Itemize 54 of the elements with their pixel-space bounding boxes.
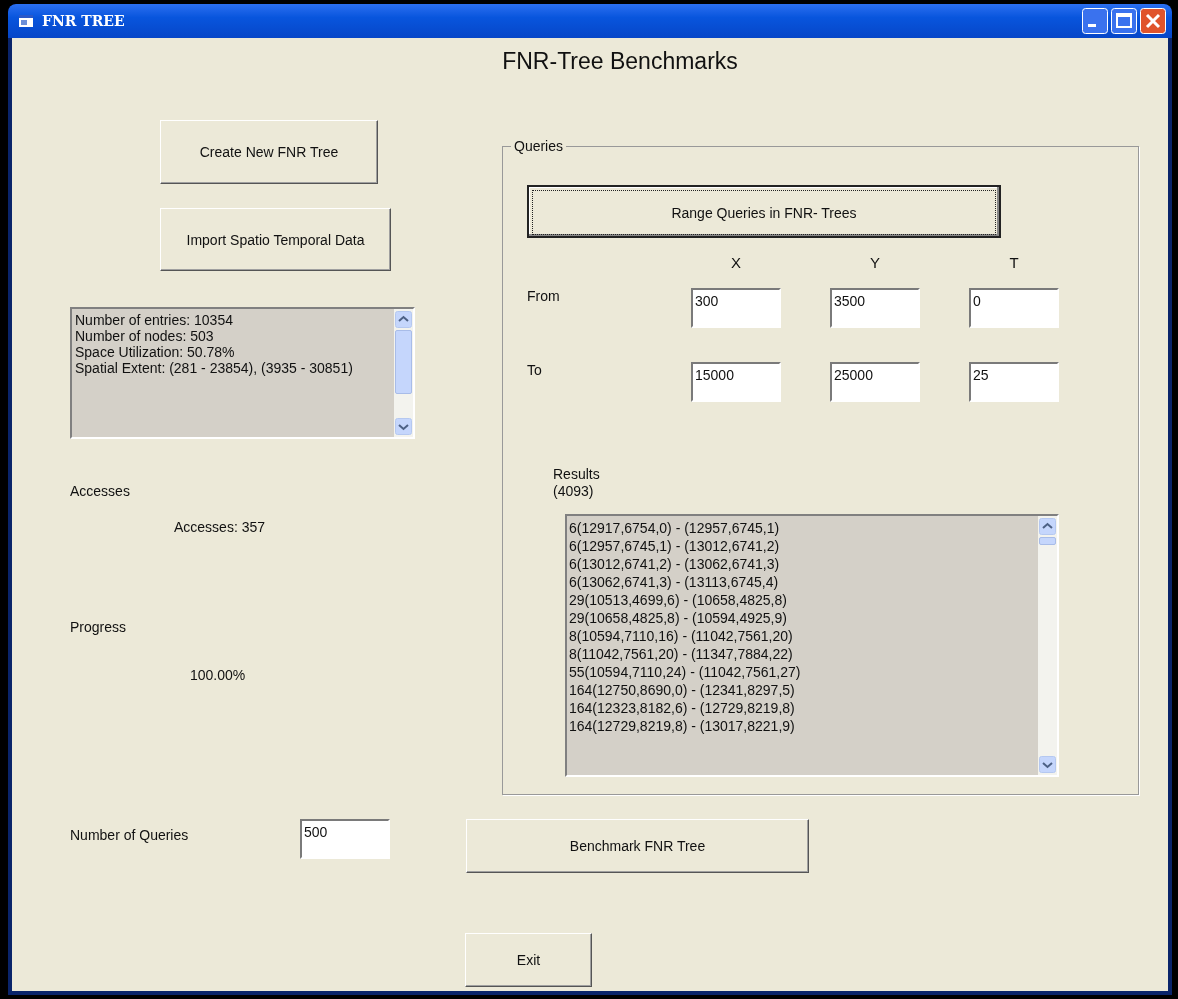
window-title: FNR TREE (42, 13, 125, 29)
result-item[interactable]: 6(12917,6754,0) - (12957,6745,1) (569, 519, 1036, 537)
accesses-value: Accesses: 357 (174, 519, 266, 535)
scroll-thumb[interactable] (1039, 537, 1056, 545)
results-count: (4093) (553, 483, 595, 500)
exit-button[interactable]: Exit (465, 933, 592, 987)
result-item[interactable]: 29(10513,4699,6) - (10658,4825,8) (569, 591, 1036, 609)
maximize-icon[interactable] (1111, 8, 1137, 34)
column-header: X (730, 254, 742, 271)
progress-label: Progress (70, 619, 127, 635)
input-field[interactable]: 25000 (830, 362, 920, 402)
accesses-label: Accesses (70, 483, 130, 499)
info-text-box[interactable]: Number of entries: 10354 Number of nodes: 503 Space Utilization: 50.78% Spatial Extent: (281 - 23854), (3935 - 30851) (70, 307, 415, 439)
scroll-down-icon[interactable] (395, 418, 412, 435)
result-item[interactable]: 6(12957,6745,1) - (13012,6741,2) (569, 537, 1036, 555)
result-item[interactable]: 55(10594,7110,24) - (11042,7561,27) (569, 663, 1036, 681)
scroll-up-icon[interactable] (395, 311, 412, 328)
info-text: Number of entries: 10354 Number of nodes: 503 Space Utilization: 50.78% Spatial Extent: (281 - 23854), (3935 - 30851) (74, 311, 354, 378)
scrollbar[interactable] (394, 309, 413, 437)
action-button[interactable]: Import Spatio Temporal Data (160, 208, 391, 271)
result-item[interactable]: 8(10594,7110,16) - (11042,7561,20) (569, 627, 1036, 645)
result-item[interactable]: 164(12729,8219,8) - (13017,8221,9) (569, 717, 1036, 735)
result-item[interactable]: 164(12750,8690,0) - (12341,8297,5) (569, 681, 1036, 699)
input-field[interactable]: 300 (691, 288, 781, 328)
input-field[interactable]: 3500 (830, 288, 920, 328)
form-heading: FNR-Tree Benchmarks (501, 47, 739, 76)
input-field[interactable]: 500 (300, 819, 390, 859)
results-label: Results (553, 466, 601, 483)
results-list[interactable] (565, 514, 1059, 777)
action-button[interactable]: Create New FNR Tree (160, 120, 378, 184)
column-header: Y (869, 254, 881, 271)
result-item[interactable]: 8(11042,7561,20) - (11347,7884,22) (569, 645, 1036, 663)
scroll-up-icon[interactable] (1039, 518, 1056, 535)
number-of-queries-label: Number of Queries (70, 827, 190, 843)
row-label: To (527, 362, 543, 378)
input-field[interactable]: 15000 (691, 362, 781, 402)
scroll-down-icon[interactable] (1039, 756, 1056, 773)
result-item[interactable]: 6(13012,6741,2) - (13062,6741,3) (569, 555, 1036, 573)
column-header: T (1008, 254, 1020, 271)
row-label: From (527, 288, 561, 304)
scroll-thumb[interactable] (395, 330, 412, 394)
scrollbar[interactable] (1038, 516, 1057, 775)
window-icon (18, 14, 34, 28)
benchmark-button[interactable]: Benchmark FNR Tree (466, 819, 809, 873)
range-queries-button[interactable]: Range Queries in FNR- Trees (527, 185, 1001, 238)
close-icon[interactable] (1140, 8, 1166, 34)
result-item[interactable]: 6(13062,6741,3) - (13113,6745,4) (569, 573, 1036, 591)
progress-value: 100.00% (190, 667, 246, 683)
result-item[interactable]: 164(12323,8182,6) - (12729,8219,8) (569, 699, 1036, 717)
result-item[interactable]: 29(10658,4825,8) - (10594,4925,9) (569, 609, 1036, 627)
input-field[interactable]: 25 (969, 362, 1059, 402)
group-title: Queries (511, 138, 567, 154)
minimize-icon[interactable] (1082, 8, 1108, 34)
input-field[interactable]: 0 (969, 288, 1059, 328)
